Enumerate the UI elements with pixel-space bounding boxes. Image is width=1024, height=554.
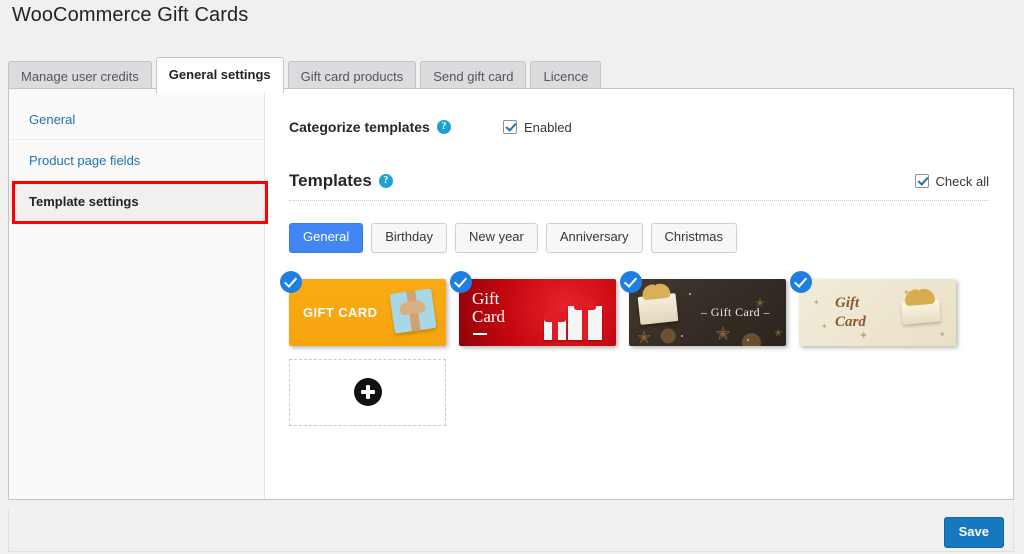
- template-thumbnail-red[interactable]: Gift Card: [459, 278, 616, 346]
- template-cream-line1: Gift: [835, 294, 860, 311]
- admin-page: WooCommerce Gift Cards Manage user credi…: [0, 0, 1024, 554]
- categorize-templates-text: Categorize templates: [289, 119, 430, 135]
- template-item-cream: ✦ ✦ ✦ ✦ ✦ Gift Card: [790, 270, 956, 346]
- template-selected-check-icon[interactable]: [280, 270, 302, 293]
- gift-box-icon: [637, 282, 679, 325]
- template-item-dark: ✭ ✭ ✭ ✭ – Gift Card –: [620, 270, 786, 346]
- template-dark-text: – Gift Card –: [701, 304, 770, 319]
- template-red-rule: [473, 332, 487, 335]
- template-thumbnail-cream[interactable]: ✦ ✦ ✦ ✦ ✦ Gift Card: [799, 278, 956, 346]
- template-red-line2: Card: [472, 306, 506, 326]
- template-grid: GIFT CARD Gift Card ✭ ✭ ✭ ✭ – Gift Card …: [280, 270, 989, 426]
- template-item-red: Gift Card: [450, 270, 616, 346]
- template-selected-check-icon[interactable]: [620, 270, 642, 293]
- check-all-wrap[interactable]: Check all: [914, 173, 989, 189]
- check-all-checkbox[interactable]: [914, 174, 929, 188]
- sparkle-dot-icon: [681, 334, 683, 337]
- template-item-orange: GIFT CARD: [280, 270, 446, 346]
- gift-box-large-icon: [568, 298, 602, 340]
- footer-bar: Save: [8, 509, 1014, 552]
- template-orange-text: GIFT CARD: [303, 304, 378, 320]
- gift-box-icon: [901, 287, 941, 325]
- categorize-templates-checkbox-label: Enabled: [524, 119, 572, 135]
- star-icon: ✭: [637, 327, 652, 346]
- gift-box-small-icon: [544, 310, 566, 340]
- template-item-add: [289, 358, 446, 426]
- template-cream-line2: Card: [835, 313, 866, 330]
- gift-box-icon: [532, 290, 608, 340]
- categorize-templates-checkbox-wrap[interactable]: Enabled: [503, 120, 572, 135]
- sparkle-icon: ✦: [821, 321, 828, 331]
- templates-title: Templates ?: [289, 171, 393, 191]
- sidebar-item-product-page-fields[interactable]: Product page fields: [9, 140, 264, 181]
- category-button-general[interactable]: General: [289, 223, 364, 253]
- help-circle-icon[interactable]: ?: [378, 174, 393, 188]
- categorize-templates-row: Categorize templates ? Enabled: [289, 115, 989, 139]
- sparkle-icon: ✦: [939, 329, 946, 339]
- templates-title-text: Templates: [289, 171, 372, 190]
- page-title: WooCommerce Gift Cards: [12, 4, 249, 26]
- help-circle-icon[interactable]: ?: [436, 120, 451, 134]
- template-category-filters: General Birthday New year Anniversary Ch…: [289, 223, 989, 253]
- template-cream-text: Gift Card: [835, 294, 866, 332]
- check-all-label: Check all: [935, 173, 989, 189]
- category-button-anniversary[interactable]: Anniversary: [545, 223, 643, 253]
- settings-panel: General Product page fields Template set…: [8, 88, 1014, 500]
- sparkle-dot-icon: [747, 338, 749, 341]
- sidebar-item-template-settings[interactable]: Template settings: [9, 181, 264, 222]
- template-selected-check-icon[interactable]: [790, 270, 812, 293]
- star-icon: ✭: [715, 323, 731, 345]
- sparkle-dot-icon: [689, 292, 691, 295]
- add-template-button[interactable]: [289, 358, 446, 426]
- settings-sidebar: General Product page fields Template set…: [9, 89, 265, 499]
- sparkle-icon: ✦: [813, 297, 820, 307]
- templates-header: Templates ? Check all: [289, 171, 989, 191]
- template-selected-check-icon[interactable]: [450, 270, 472, 293]
- categorize-templates-checkbox[interactable]: [503, 120, 517, 134]
- templates-divider: [289, 200, 989, 201]
- category-button-christmas[interactable]: Christmas: [650, 223, 738, 253]
- template-red-text: Gift Card: [472, 288, 506, 326]
- plus-circle-icon: [353, 378, 382, 407]
- gift-box-icon: [389, 288, 437, 334]
- template-thumbnail-dark[interactable]: ✭ ✭ ✭ ✭ – Gift Card –: [629, 278, 786, 346]
- category-button-new-year[interactable]: New year: [454, 223, 538, 253]
- template-red-line1: Gift: [472, 288, 500, 308]
- save-button[interactable]: Save: [943, 517, 1004, 548]
- ribbon-bow-icon: [641, 282, 671, 301]
- tab-general-settings[interactable]: General settings: [155, 57, 284, 93]
- categorize-templates-label: Categorize templates ?: [289, 119, 503, 135]
- star-icon: ✭: [774, 327, 783, 339]
- template-thumbnail-orange[interactable]: GIFT CARD: [289, 278, 446, 346]
- sparkle-icon: ✦: [859, 329, 869, 342]
- tab-bar: Manage user credits General settings Gif…: [8, 56, 602, 93]
- settings-content: Categorize templates ? Enabled Templates…: [265, 89, 1013, 499]
- sidebar-item-general[interactable]: General: [9, 99, 264, 140]
- category-button-birthday[interactable]: Birthday: [371, 223, 447, 253]
